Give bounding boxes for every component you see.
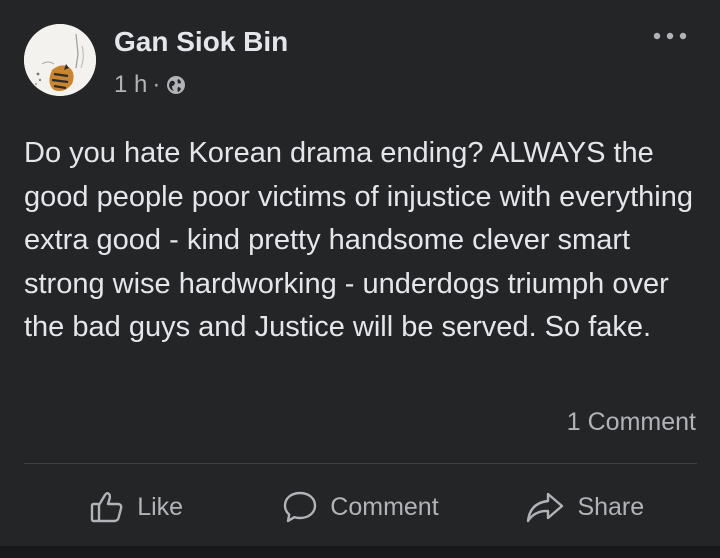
post-card: Gan Siok Bin 1 h · Do you hate Korean dr… bbox=[0, 0, 720, 546]
like-button[interactable]: Like bbox=[24, 478, 248, 536]
avatar-image bbox=[24, 24, 96, 96]
feed-separator bbox=[0, 546, 720, 558]
more-options-icon[interactable] bbox=[650, 24, 690, 48]
post-actions-bar: Like Comment Share bbox=[24, 478, 697, 536]
globe-icon bbox=[165, 74, 187, 96]
share-label: Share bbox=[577, 492, 645, 521]
like-label: Like bbox=[137, 492, 184, 521]
author-avatar[interactable] bbox=[24, 24, 96, 96]
comment-label: Comment bbox=[330, 492, 439, 521]
post-text: Do you hate Korean drama ending? ALWAYS … bbox=[24, 137, 693, 343]
share-arrow-icon bbox=[525, 489, 565, 525]
meta-separator: · bbox=[152, 71, 161, 98]
comment-bubble-icon bbox=[282, 489, 318, 525]
post-timestamp[interactable]: 1 h bbox=[114, 70, 147, 100]
share-button[interactable]: Share bbox=[473, 478, 697, 536]
comments-count-link[interactable]: 1 Comment bbox=[567, 406, 696, 438]
actions-divider bbox=[24, 463, 697, 464]
post-meta: 1 h · bbox=[114, 70, 187, 100]
thumbs-up-icon bbox=[89, 489, 125, 525]
author-name[interactable]: Gan Siok Bin bbox=[114, 24, 288, 60]
comment-button[interactable]: Comment bbox=[248, 478, 472, 536]
